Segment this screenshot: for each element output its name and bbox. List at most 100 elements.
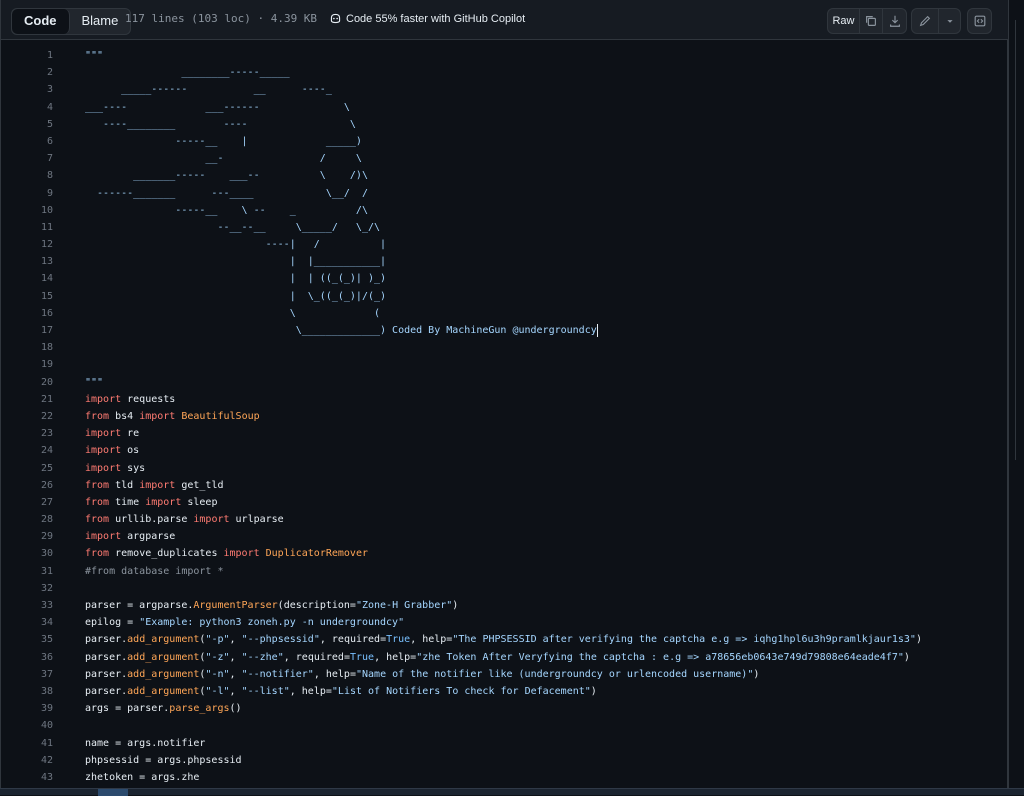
line-source: import sys (85, 460, 145, 477)
line-number[interactable]: 9 (1, 185, 53, 202)
code-token: "-l" (205, 685, 230, 697)
line-number[interactable]: 22 (1, 408, 53, 425)
line-number[interactable]: 4 (1, 99, 53, 116)
edit-dropdown-button[interactable] (939, 9, 960, 33)
code-line: 3 _____------ __ ----_ (1, 81, 1009, 98)
code-token: , (229, 685, 242, 697)
line-number[interactable]: 40 (1, 717, 53, 734)
raw-button[interactable]: Raw (828, 9, 860, 33)
code-line: 5 ----________ ---- \ (1, 116, 1009, 133)
right-sidebar-edge (1008, 0, 1024, 795)
line-number[interactable]: 18 (1, 339, 53, 356)
line-source: ----________ ---- \ (85, 116, 356, 133)
code-token: True (349, 651, 375, 663)
line-source: parser.add_argument("-p", "--phpsessid",… (85, 631, 922, 648)
line-number[interactable]: 34 (1, 614, 53, 631)
line-number[interactable]: 19 (1, 356, 53, 373)
code-token: "The PHPSESSID after verifying the captc… (452, 634, 916, 646)
code-token: import (193, 514, 230, 526)
code-token: "Name of the notifier like (undergroundc… (355, 668, 754, 680)
line-number[interactable]: 28 (1, 511, 53, 528)
line-number[interactable]: 12 (1, 236, 53, 253)
line-source: parser.add_argument("-n", "--notifier", … (85, 666, 759, 683)
line-number[interactable]: 11 (1, 219, 53, 236)
line-number[interactable]: 31 (1, 563, 53, 580)
copy-button[interactable] (860, 9, 883, 33)
line-number[interactable]: 10 (1, 202, 53, 219)
code-token: , help= (289, 685, 332, 697)
download-icon (889, 15, 900, 27)
line-number[interactable]: 2 (1, 64, 53, 81)
line-number[interactable]: 27 (1, 494, 53, 511)
line-number[interactable]: 38 (1, 683, 53, 700)
download-button[interactable] (883, 9, 906, 33)
line-number[interactable]: 35 (1, 631, 53, 648)
symbols-panel-button[interactable] (968, 9, 991, 33)
line-source: from time import sleep (85, 494, 217, 511)
line-number[interactable]: 33 (1, 597, 53, 614)
line-number[interactable]: 36 (1, 649, 53, 666)
file-actions: Raw (827, 8, 907, 34)
tab-code[interactable]: Code (12, 9, 70, 34)
code-token: remove_duplicates (109, 548, 224, 560)
code-line: 29 import argparse (1, 528, 1009, 545)
code-token: "--zhe" (241, 651, 284, 663)
line-number[interactable]: 7 (1, 150, 53, 167)
line-number[interactable]: 23 (1, 425, 53, 442)
line-source: #from database import * (85, 563, 223, 580)
line-number[interactable]: 25 (1, 460, 53, 477)
code-token: | |___________| (85, 256, 387, 268)
code-line: 15 | \_((_(_)|/(_) (1, 288, 1009, 305)
line-number[interactable]: 14 (1, 270, 53, 287)
line-number[interactable]: 29 (1, 528, 53, 545)
line-number[interactable]: 39 (1, 700, 53, 717)
line-number[interactable]: 21 (1, 391, 53, 408)
line-number[interactable]: 24 (1, 442, 53, 459)
line-source: --__--__ \_____/ \_/\ (85, 219, 380, 236)
code-token: "--notifier" (241, 668, 314, 680)
code-line: 43 zhetoken = args.zhe (1, 769, 1009, 786)
line-number[interactable]: 20 (1, 374, 53, 391)
line-number[interactable]: 37 (1, 666, 53, 683)
tab-blame[interactable]: Blame (70, 9, 131, 34)
line-number[interactable]: 15 (1, 288, 53, 305)
line-source: -----__ \ -- _ /\ (85, 202, 368, 219)
code-line: 40 (1, 717, 1009, 734)
code-token: __- / \ (85, 153, 362, 165)
code-token: epilog = (85, 617, 140, 629)
code-token: "-z" (205, 651, 230, 663)
code-token: parser. (85, 668, 128, 680)
code-token: add_argument (127, 651, 200, 663)
line-source: ___---- ___------ \ (85, 99, 350, 116)
code-line: 1 """ (1, 47, 1009, 64)
code-token: get_tld (175, 479, 224, 491)
code-token: urlparse (229, 514, 284, 526)
line-number[interactable]: 1 (1, 47, 53, 64)
line-number[interactable]: 32 (1, 580, 53, 597)
line-number[interactable]: 8 (1, 167, 53, 184)
line-source: \_____________) Coded By MachineGun @und… (85, 322, 598, 339)
line-number[interactable]: 42 (1, 752, 53, 769)
code-token: os (121, 445, 140, 457)
edit-button[interactable] (912, 9, 939, 33)
line-number[interactable]: 17 (1, 322, 53, 339)
line-number[interactable]: 3 (1, 81, 53, 98)
code-token: argparse (121, 531, 176, 543)
code-line: 6 -----__ | _____) (1, 133, 1009, 150)
code-token: bs4 (109, 410, 140, 422)
line-number[interactable]: 13 (1, 253, 53, 270)
line-number[interactable]: 5 (1, 116, 53, 133)
line-number[interactable]: 41 (1, 735, 53, 752)
line-source: import requests (85, 391, 175, 408)
line-number[interactable]: 30 (1, 545, 53, 562)
code-token: "--list" (241, 685, 290, 697)
line-number[interactable]: 43 (1, 769, 53, 786)
line-source: _______----- ___-- \ /)\ (85, 167, 368, 184)
copilot-link[interactable]: Code 55% faster with GitHub Copilot (329, 12, 525, 25)
code-line: 19 (1, 356, 1009, 373)
code-token: ) (753, 668, 760, 680)
line-number[interactable]: 16 (1, 305, 53, 322)
line-number[interactable]: 6 (1, 133, 53, 150)
line-number[interactable]: 26 (1, 477, 53, 494)
code-token: import (223, 548, 260, 560)
